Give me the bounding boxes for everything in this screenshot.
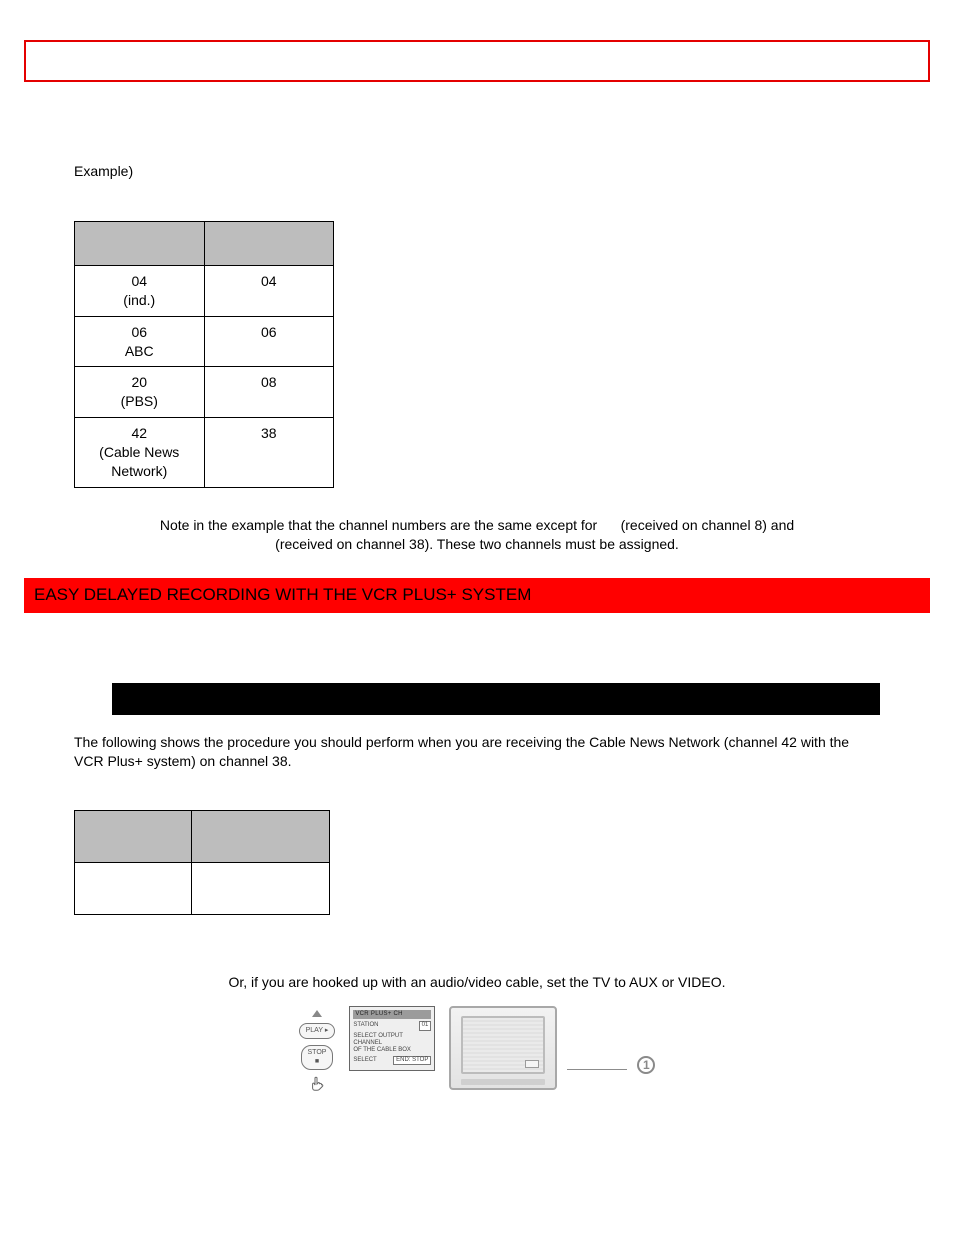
cell-station: 04 (ind.)	[75, 265, 205, 316]
osd-desc: SELECT OUTPUT CHANNEL	[353, 1033, 431, 1047]
figure-row: PLAY ▸ STOP■ VCR PLUS+ CH STATION 01 SEL…	[74, 1006, 880, 1093]
osd-row-value: END: STOP	[393, 1056, 431, 1065]
osd-title: VCR PLUS+ CH	[353, 1010, 431, 1019]
cell-line: 38	[261, 425, 277, 441]
top-red-frame	[24, 40, 930, 82]
callout-number: 1	[637, 1056, 655, 1074]
cell-station: 06 ABC	[75, 316, 205, 367]
cell-line: 20	[131, 374, 147, 390]
aux-note: Or, if you are hooked up with an audio/v…	[74, 973, 880, 992]
play-label: PLAY	[306, 1027, 323, 1034]
cell-line: 04	[261, 273, 277, 289]
table-row: 42 (Cable News Network) 38	[75, 418, 334, 488]
cell-line: 06	[261, 324, 277, 340]
cell-line: 08	[261, 374, 277, 390]
page-content: Example) 04 (ind.) 04 06 ABC	[24, 162, 930, 1094]
cell-line: 04	[131, 273, 147, 289]
table-row: 06 ABC 06	[75, 316, 334, 367]
table-header-col-b	[204, 221, 334, 265]
table-header-col-a	[75, 811, 192, 863]
cell-line: (ind.)	[123, 292, 155, 308]
cell-channel: 38	[204, 418, 334, 488]
section-heading-red: EASY DELAYED RECORDING WITH THE VCR PLUS…	[24, 578, 930, 613]
osd-row-value: 01	[419, 1021, 432, 1030]
tv-screen	[461, 1016, 545, 1074]
cell-line: ABC	[125, 343, 154, 359]
osd-row-label: SELECT	[353, 1057, 376, 1064]
cell-channel: 08	[204, 367, 334, 418]
callout-line	[567, 1069, 627, 1070]
empty-cell	[75, 863, 192, 915]
cell-line: (PBS)	[121, 393, 158, 409]
stop-label: STOP	[308, 1049, 327, 1056]
empty-cell	[192, 863, 330, 915]
cell-line: 42	[131, 425, 147, 441]
procedure-paragraph: The following shows the procedure you sh…	[74, 733, 880, 771]
play-button[interactable]: PLAY ▸	[299, 1023, 336, 1038]
osd-row: STATION 01	[353, 1021, 431, 1030]
table-header-row	[75, 221, 334, 265]
black-bar	[112, 683, 880, 715]
note-paragraph: Note in the example that the channel num…	[74, 516, 880, 554]
table-header-row	[75, 811, 330, 863]
cell-line: 06	[131, 324, 147, 340]
tv-base	[461, 1079, 545, 1085]
cell-channel: 06	[204, 316, 334, 367]
osd-desc: OF THE CABLE BOX	[353, 1047, 431, 1054]
osd-row-label: STATION	[353, 1022, 378, 1029]
note-text: Note in the example that the channel num…	[160, 517, 597, 533]
osd-row: SELECT END: STOP	[353, 1056, 431, 1065]
tv-figure: 1	[449, 1006, 655, 1090]
cell-station: 42 (Cable News Network)	[75, 418, 205, 488]
table-row: 04 (ind.) 04	[75, 265, 334, 316]
table-row	[75, 863, 330, 915]
cell-line: (Cable News	[99, 444, 179, 460]
on-screen-display: VCR PLUS+ CH STATION 01 SELECT OUTPUT CH…	[349, 1006, 435, 1071]
cell-channel: 04	[204, 265, 334, 316]
assignment-table	[74, 810, 330, 915]
hand-pointer-icon	[309, 1076, 325, 1094]
stop-button[interactable]: STOP■	[301, 1045, 334, 1070]
table-header-col-a	[75, 221, 205, 265]
tv-icon	[449, 1006, 557, 1090]
triangle-up-icon	[312, 1010, 322, 1017]
remote-buttons: PLAY ▸ STOP■	[299, 1006, 336, 1093]
channel-table: 04 (ind.) 04 06 ABC 06 20 (PBS	[74, 221, 334, 488]
cell-line: Network)	[111, 463, 167, 479]
screen-overlay-chip	[525, 1060, 539, 1068]
example-label: Example)	[74, 162, 880, 181]
note-text: (received on channel 8) and	[621, 517, 795, 533]
cell-station: 20 (PBS)	[75, 367, 205, 418]
table-header-col-b	[192, 811, 330, 863]
note-text: (received on channel 38). These two chan…	[275, 536, 679, 552]
table-row: 20 (PBS) 08	[75, 367, 334, 418]
